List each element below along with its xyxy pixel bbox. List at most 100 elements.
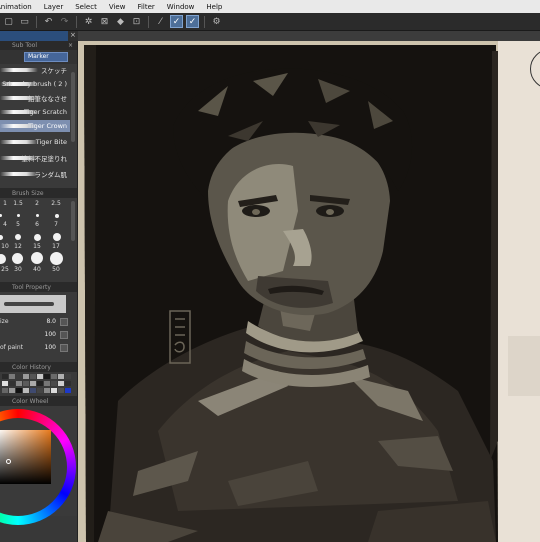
menu-help[interactable]: Help [201, 3, 229, 11]
lasso-icon[interactable]: ✲ [82, 15, 95, 28]
brush-size-value[interactable]: 6 [28, 221, 46, 228]
snap-ruler-icon[interactable]: ✓ [170, 15, 183, 28]
color-swatch[interactable] [30, 381, 36, 386]
document-tab[interactable] [0, 31, 68, 41]
brush-size-value[interactable]: 7 [47, 221, 65, 228]
color-swatch[interactable] [2, 374, 8, 379]
color-swatch[interactable] [9, 388, 15, 393]
property-value[interactable]: 8.0 [46, 318, 56, 325]
brush-item[interactable]: ランダム肌 [0, 168, 70, 180]
canvas-area[interactable] [78, 41, 540, 542]
brush-size-value[interactable]: 2 [28, 200, 46, 207]
menu-window[interactable]: Window [162, 3, 202, 11]
brush-size-value[interactable]: 30 [9, 266, 27, 273]
color-swatch[interactable] [65, 388, 71, 393]
color-swatch[interactable] [58, 374, 64, 379]
brush-size-value[interactable]: 2.5 [47, 200, 65, 207]
brush-size-dot[interactable] [17, 214, 20, 217]
brush-size-value[interactable]: 15 [28, 243, 46, 250]
settings-icon[interactable]: ⚙ [210, 15, 223, 28]
color-swatch[interactable] [23, 388, 29, 393]
pressure-toggle-icon[interactable] [60, 331, 68, 339]
color-swatch[interactable] [30, 388, 36, 393]
brush-size-dot[interactable] [36, 214, 39, 217]
brush-item-selected[interactable]: Tiger Crown [0, 120, 70, 132]
brush-size-dot[interactable] [15, 234, 21, 240]
brush-size-dot[interactable] [31, 252, 43, 264]
color-swatch[interactable] [16, 388, 22, 393]
color-swatch[interactable] [37, 381, 43, 386]
fill-icon[interactable]: ◆ [114, 15, 127, 28]
menu-select[interactable]: Select [70, 3, 104, 11]
color-swatch[interactable] [44, 374, 50, 379]
brush-item[interactable]: 塗料不足塗りれ [0, 152, 70, 164]
pressure-toggle-icon[interactable] [60, 318, 68, 326]
brush-list-scrollbar[interactable] [71, 72, 75, 142]
color-picker-cursor[interactable] [6, 459, 11, 464]
brush-size-value[interactable]: 12 [9, 243, 27, 250]
menu-filter[interactable]: Filter [132, 3, 161, 11]
brush-size-value[interactable]: 40 [28, 266, 46, 273]
new-icon[interactable]: ▢ [2, 15, 15, 28]
brush-item[interactable]: Tiger Bite [0, 136, 70, 148]
undo-icon[interactable]: ↶ [42, 15, 55, 28]
color-swatch[interactable] [37, 388, 43, 393]
brush-size-dot[interactable] [55, 214, 59, 218]
brush-size-dot[interactable] [53, 233, 61, 241]
menu-view[interactable]: View [104, 3, 133, 11]
brush-size-value[interactable]: 17 [47, 243, 65, 250]
reference-panel [508, 336, 540, 396]
clear-icon[interactable]: ⊠ [98, 15, 111, 28]
brush-size-value[interactable]: 50 [47, 266, 65, 273]
color-swatch[interactable] [65, 374, 71, 379]
color-swatch[interactable] [9, 381, 15, 386]
color-swatch[interactable] [58, 388, 64, 393]
color-swatch[interactable] [51, 374, 57, 379]
stabilizer-icon[interactable]: ⁄ [154, 15, 167, 28]
brush-stroke-preview [0, 124, 38, 128]
transform-icon[interactable]: ⊡ [130, 15, 143, 28]
toolbar-divider [204, 15, 205, 28]
color-swatch[interactable] [23, 381, 29, 386]
brush-size-dot[interactable] [0, 214, 2, 217]
brush-size-value[interactable]: 5 [9, 221, 27, 228]
color-swatch[interactable] [16, 381, 22, 386]
close-icon[interactable]: × [68, 41, 73, 50]
snap-special-ruler-icon[interactable]: ✓ [186, 15, 199, 28]
color-swatch[interactable] [44, 388, 50, 393]
property-value[interactable]: 100 [45, 331, 56, 338]
color-swatch[interactable] [58, 381, 64, 386]
brush-size-dot[interactable] [12, 253, 23, 264]
color-swatch[interactable] [51, 381, 57, 386]
color-swatch[interactable] [16, 374, 22, 379]
saturation-value-square[interactable] [0, 430, 51, 484]
brush-size-dot[interactable] [50, 252, 63, 265]
brush-size-dot[interactable] [34, 234, 41, 241]
marker-group-button[interactable]: Marker [24, 52, 68, 62]
color-swatch[interactable] [51, 388, 57, 393]
brush-size-scrollbar[interactable] [71, 201, 75, 241]
color-swatch[interactable] [2, 381, 8, 386]
close-icon[interactable]: × [70, 31, 76, 40]
menu-layer[interactable]: Layer [39, 3, 71, 11]
brush-size-dot[interactable] [0, 235, 3, 240]
brush-item[interactable]: スケッチ [0, 64, 70, 76]
color-swatch[interactable] [30, 374, 36, 379]
brush-size-value[interactable]: 1.5 [9, 200, 27, 207]
save-icon[interactable]: ▭ [18, 15, 31, 28]
redo-icon[interactable]: ↷ [58, 15, 71, 28]
brush-size-dot[interactable] [0, 254, 6, 264]
brush-item[interactable]: Tiger Scratch [0, 106, 70, 118]
brush-item[interactable]: Srixx dry brush ( 2 ) [0, 78, 70, 90]
color-swatch[interactable] [65, 381, 71, 386]
color-swatch[interactable] [37, 374, 43, 379]
color-swatch[interactable] [23, 374, 29, 379]
brush-item[interactable]: 鉛筆ななさせ [0, 92, 70, 104]
pressure-toggle-icon[interactable] [60, 344, 68, 352]
color-swatch[interactable] [2, 388, 8, 393]
property-label: of paint [0, 344, 23, 351]
color-swatch[interactable] [44, 381, 50, 386]
menu-animation[interactable]: Animation [0, 3, 39, 11]
color-swatch[interactable] [9, 374, 15, 379]
property-value[interactable]: 100 [45, 344, 56, 351]
